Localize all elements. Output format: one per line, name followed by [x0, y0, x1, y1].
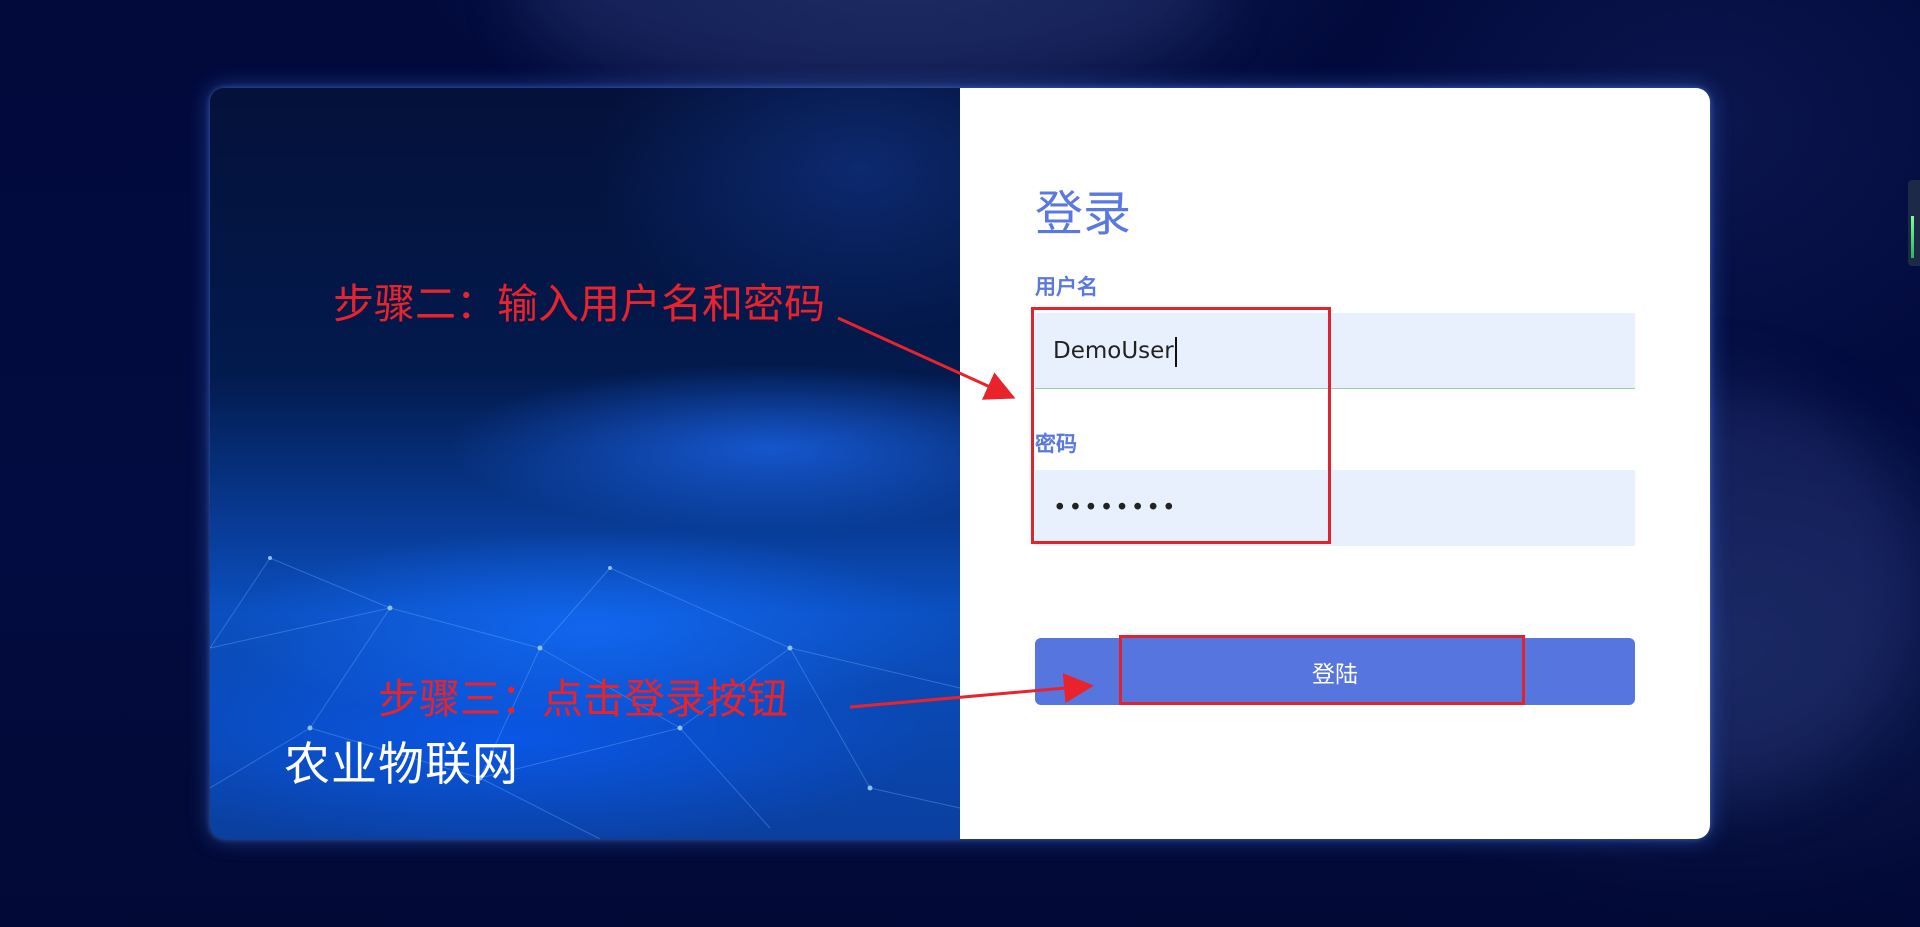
- background-glow: [520, 0, 1220, 100]
- side-status-widget: [1908, 180, 1920, 266]
- brand-name: 农业物联网: [284, 737, 519, 791]
- login-card: 农业物联网 登录 用户名 DemoUser 密码 •••••••• 登陆: [210, 88, 1710, 839]
- signal-bars-icon: [1911, 216, 1914, 258]
- step3-annotation: 步骤三：点击登录按钮: [378, 675, 788, 723]
- annotation-box-login-button: [1119, 635, 1525, 705]
- network-mesh-illustration: [210, 556, 960, 839]
- step2-annotation: 步骤二：输入用户名和密码: [333, 280, 825, 328]
- login-title: 登录: [1035, 186, 1132, 242]
- annotation-box-credentials: [1031, 307, 1331, 544]
- username-label: 用户名: [1035, 275, 1098, 299]
- hero-panel: 农业物联网: [210, 88, 960, 839]
